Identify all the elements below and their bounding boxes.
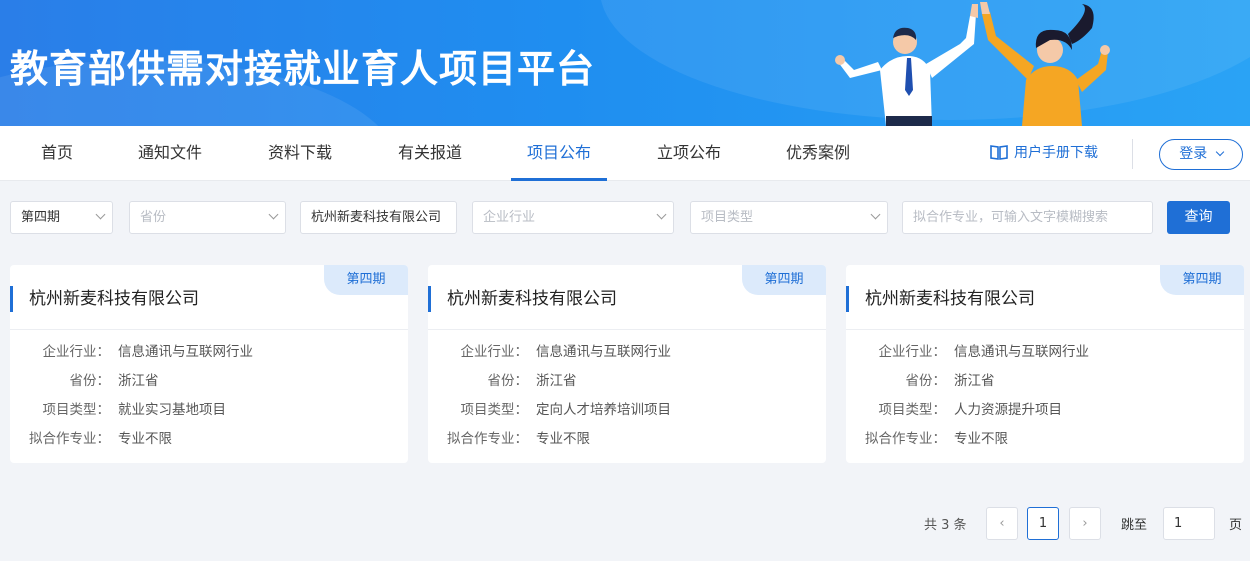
card-row-industry: 企业行业： 信息通讯与互联网行业 (428, 342, 826, 362)
project-type-placeholder: 项目类型 (701, 210, 754, 225)
major-label: 拟合作专业： (447, 431, 528, 447)
major-label: 拟合作专业： (865, 431, 946, 447)
type-label: 项目类型： (42, 402, 111, 418)
login-button[interactable]: 登录 (1159, 139, 1243, 170)
chevron-down-icon (870, 209, 881, 220)
manual-download-label: 用户手册下载 (1014, 145, 1098, 161)
jump-label: 跳至 (1121, 518, 1148, 533)
next-page-button[interactable]: › (1069, 507, 1101, 540)
project-card[interactable]: 第四期 杭州新麦科技有限公司 企业行业： 信息通讯与互联网行业 省份： 浙江省 … (846, 265, 1244, 463)
province-value: 浙江省 (118, 373, 159, 389)
card-row-major: 拟合作专业： 专业不限 (846, 429, 1244, 449)
banner-illustration (835, 2, 1110, 126)
nav-item-approvals[interactable]: 立项公布 (654, 126, 724, 181)
pagination-total: 共 3 条 (924, 518, 967, 533)
nav-item-reports[interactable]: 有关报道 (395, 126, 465, 181)
manual-download-link[interactable]: 用户手册下载 (990, 126, 1098, 181)
province-label: 省份： (487, 373, 529, 389)
card-row-province: 省份： 浙江省 (428, 371, 826, 391)
industry-label: 企业行业： (878, 344, 947, 360)
major-value: 专业不限 (118, 431, 172, 447)
period-badge: 第四期 (742, 265, 826, 295)
province-value: 浙江省 (536, 373, 577, 389)
industry-value: 信息通讯与互联网行业 (536, 344, 671, 360)
period-select-value: 第四期 (21, 210, 61, 225)
main-nav: 首页 通知文件 资料下载 有关报道 项目公布 立项公布 优秀案例 用户手册下载 (0, 126, 1250, 181)
period-select[interactable]: 第四期 (10, 201, 113, 234)
site-title: 教育部供需对接就业育人项目平台 (10, 47, 596, 91)
search-button[interactable]: 查询 (1167, 201, 1230, 234)
type-value: 就业实习基地项目 (118, 402, 226, 418)
card-row-major: 拟合作专业： 专业不限 (428, 429, 826, 449)
card-row-industry: 企业行业： 信息通讯与互联网行业 (846, 342, 1244, 362)
company-name: 杭州新麦科技有限公司 (10, 286, 199, 312)
nav-item-notices[interactable]: 通知文件 (135, 126, 205, 181)
type-value: 人力资源提升项目 (954, 402, 1062, 418)
card-divider (10, 329, 408, 330)
period-badge: 第四期 (324, 265, 408, 295)
project-type-select[interactable]: 项目类型 (690, 201, 888, 234)
type-label: 项目类型： (878, 402, 947, 418)
book-icon (990, 145, 1008, 160)
industry-value: 信息通讯与互联网行业 (118, 344, 253, 360)
card-row-province: 省份： 浙江省 (10, 371, 408, 391)
industry-select-placeholder: 企业行业 (483, 210, 536, 225)
chevron-down-icon (656, 209, 667, 220)
card-divider (846, 329, 1244, 330)
province-select[interactable]: 省份 (129, 201, 286, 234)
project-card[interactable]: 第四期 杭州新麦科技有限公司 企业行业： 信息通讯与互联网行业 省份： 浙江省 … (428, 265, 826, 463)
nav-item-downloads[interactable]: 资料下载 (265, 126, 335, 181)
major-search-placeholder: 拟合作专业，可输入文字模糊搜索 (913, 210, 1109, 225)
industry-value: 信息通讯与互联网行业 (954, 344, 1089, 360)
industry-label: 企业行业： (460, 344, 529, 360)
chevron-down-icon (1215, 147, 1224, 157)
major-value: 专业不限 (536, 431, 590, 447)
card-row-industry: 企业行业： 信息通讯与互联网行业 (10, 342, 408, 362)
major-search-input[interactable]: 拟合作专业，可输入文字模糊搜索 (902, 201, 1153, 234)
header-banner: 教育部供需对接就业育人项目平台 (0, 0, 1250, 126)
type-label: 项目类型： (460, 402, 529, 418)
prev-page-button[interactable]: ‹ (986, 507, 1018, 540)
chevron-right-icon: › (1082, 516, 1088, 531)
card-divider (428, 329, 826, 330)
chevron-down-icon (95, 209, 106, 220)
province-select-placeholder: 省份 (140, 210, 167, 225)
province-label: 省份： (905, 373, 947, 389)
company-search-value: 杭州新麦科技有限公司 (311, 210, 442, 225)
province-label: 省份： (69, 373, 111, 389)
login-label: 登录 (1179, 146, 1208, 162)
page-1-button[interactable]: 1 (1027, 507, 1059, 540)
nav-item-projects[interactable]: 项目公布 (511, 126, 607, 181)
company-name: 杭州新麦科技有限公司 (846, 286, 1035, 312)
page-suffix: 页 (1229, 518, 1243, 533)
project-card[interactable]: 第四期 杭州新麦科技有限公司 企业行业： 信息通讯与互联网行业 省份： 浙江省 … (10, 265, 408, 463)
card-row-type: 项目类型： 就业实习基地项目 (10, 400, 408, 420)
company-search-input[interactable]: 杭州新麦科技有限公司 (300, 201, 457, 234)
nav-divider (1132, 139, 1133, 169)
period-badge: 第四期 (1160, 265, 1244, 295)
province-value: 浙江省 (954, 373, 995, 389)
major-value: 专业不限 (954, 431, 1008, 447)
chevron-down-icon (268, 209, 279, 220)
industry-label: 企业行业： (42, 344, 111, 360)
industry-select[interactable]: 企业行业 (472, 201, 674, 234)
major-label: 拟合作专业： (29, 431, 110, 447)
card-row-type: 项目类型： 人力资源提升项目 (846, 400, 1244, 420)
chevron-left-icon: ‹ (999, 516, 1005, 531)
card-row-province: 省份： 浙江省 (846, 371, 1244, 391)
card-row-type: 项目类型： 定向人才培养培训项目 (428, 400, 826, 420)
type-value: 定向人才培养培训项目 (536, 402, 671, 418)
jump-page-input[interactable]: 1 (1163, 507, 1215, 540)
card-row-major: 拟合作专业： 专业不限 (10, 429, 408, 449)
nav-item-home[interactable]: 首页 (38, 126, 76, 181)
nav-item-cases[interactable]: 优秀案例 (783, 126, 853, 181)
company-name: 杭州新麦科技有限公司 (428, 286, 617, 312)
